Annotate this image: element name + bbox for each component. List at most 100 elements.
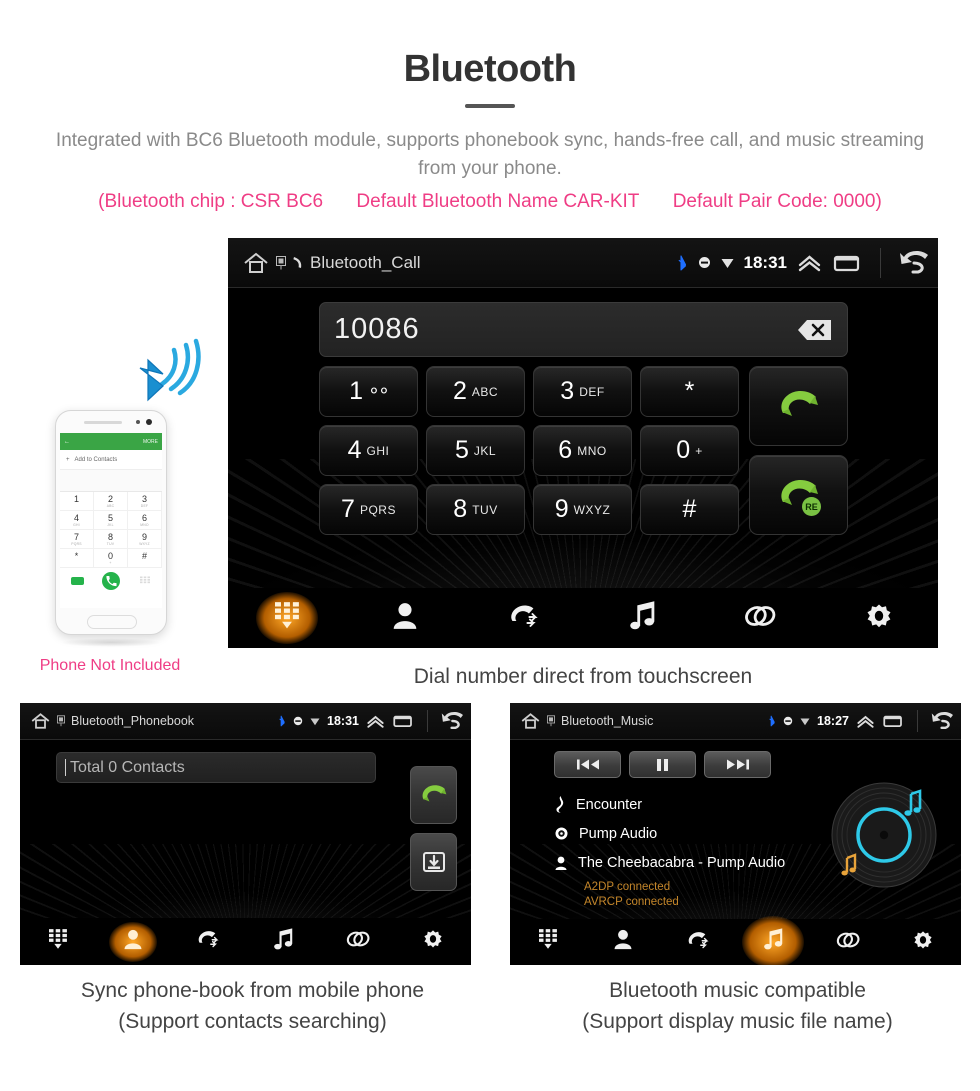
music-transport-controls[interactable] [554, 751, 771, 778]
key-6[interactable]: 6 MNO [533, 425, 632, 476]
keypad-icon [538, 929, 557, 955]
key-letters: JKL [473, 443, 497, 458]
nav-keypad[interactable] [259, 595, 315, 641]
nav-link[interactable] [336, 924, 380, 960]
phone-mock-key: 1 [60, 492, 94, 511]
back-icon[interactable] [899, 250, 932, 276]
nav-music[interactable] [614, 595, 670, 641]
phonebook-navbar[interactable] [20, 918, 471, 965]
nav-keypad[interactable] [36, 924, 80, 960]
phone-mock-key-digit: 1 [73, 494, 79, 504]
phonebook-statusbar: Bluetooth_Phonebook 18:31 [20, 703, 471, 740]
nav-link[interactable] [820, 919, 876, 965]
music-title: Bluetooth_Music [561, 714, 654, 728]
bluetooth-status-icon [678, 254, 686, 271]
dialer-navbar[interactable] [228, 588, 938, 648]
back-icon[interactable] [931, 711, 956, 731]
track-title: Encounter [576, 796, 643, 813]
previous-track-button[interactable] [554, 751, 621, 778]
phone-more-label: MORE [143, 438, 158, 445]
call-button[interactable] [749, 366, 848, 446]
contact-icon [393, 602, 417, 634]
music-clock: 18:27 [817, 714, 849, 728]
phonebook-title: Bluetooth_Phonebook [71, 714, 195, 728]
nav-contacts[interactable] [377, 595, 433, 641]
key-3[interactable]: 3 DEF [533, 366, 632, 417]
gear-icon [867, 604, 891, 633]
nav-music[interactable] [745, 919, 801, 965]
recent-apps-icon[interactable] [882, 713, 904, 729]
expand-up-icon[interactable] [856, 714, 875, 729]
key-5[interactable]: 5 JKL [426, 425, 525, 476]
keypad-icon [48, 928, 67, 955]
nav-call-history[interactable] [496, 595, 552, 641]
key-letters: GHI [366, 443, 390, 458]
phone-mock-key-letters: + [109, 561, 112, 565]
nav-contacts[interactable] [595, 919, 651, 965]
redial-button[interactable]: RE [749, 455, 848, 535]
nav-contacts[interactable] [111, 924, 155, 960]
expand-up-icon[interactable] [797, 253, 822, 273]
phonebook-screen: Bluetooth_Phonebook 18:31 Total 0 Contac… [20, 703, 471, 965]
page-root: Bluetooth Integrated with BC6 Bluetooth … [0, 0, 980, 1091]
back-icon[interactable] [441, 711, 466, 731]
home-icon[interactable] [242, 251, 270, 275]
track-icon [556, 796, 564, 813]
nav-call-history[interactable] [186, 924, 230, 960]
video-call-icon [70, 577, 84, 585]
key-7[interactable]: 7 PQRS [319, 484, 418, 535]
key-9[interactable]: 9 WXYZ [533, 484, 632, 535]
recent-apps-icon[interactable] [392, 713, 414, 729]
album-icon [555, 827, 568, 840]
home-icon[interactable] [520, 712, 541, 730]
nav-settings[interactable] [411, 924, 455, 960]
recent-apps-icon[interactable] [832, 252, 862, 274]
key-1[interactable]: 1 ∘∘ [319, 366, 418, 417]
link-icon [744, 604, 776, 633]
contacts-search-input[interactable]: Total 0 Contacts [56, 752, 376, 783]
nav-call-history[interactable] [670, 919, 726, 965]
call-buttons: RE [749, 366, 848, 544]
key-star[interactable]: * [640, 366, 739, 417]
wifi-status-icon [310, 718, 320, 725]
bluetooth-status-icon [279, 715, 285, 727]
call-button[interactable] [410, 766, 457, 824]
call-history-icon [687, 931, 709, 954]
key-digit: # [682, 495, 697, 523]
next-track-button[interactable] [704, 751, 771, 778]
phone-call-icon [102, 572, 120, 590]
phone-mock-key-letters: JKL [107, 523, 114, 527]
key-hash[interactable]: # [640, 484, 739, 535]
key-digit: 5 [454, 436, 469, 464]
link-icon [346, 930, 370, 953]
backspace-icon[interactable] [785, 317, 833, 343]
dialer-keypad[interactable]: 1 ∘∘ 2 ABC 3 DEF * 4 GHI 5 JKL 6 MNO 0 + 7 PQRS 8 TUV 9 WXYZ… [319, 366, 739, 543]
home-icon[interactable] [30, 712, 51, 730]
download-contacts-button[interactable] [410, 833, 457, 891]
expand-up-icon[interactable] [366, 714, 385, 729]
key-0[interactable]: 0 + [640, 425, 739, 476]
dialed-number-field[interactable]: 10086 [319, 302, 848, 357]
nav-music[interactable] [261, 924, 305, 960]
phone-mock-key-digit: 9 [141, 532, 147, 542]
music-caption-line1: Bluetooth music compatible [609, 979, 866, 1002]
phone-mock-key-digit: 5 [107, 513, 113, 523]
key-8[interactable]: 8 TUV [426, 484, 525, 535]
bluetooth-status-icon [769, 715, 775, 727]
nav-keypad[interactable] [520, 919, 576, 965]
nav-settings[interactable] [895, 919, 951, 965]
keypad-icon [140, 576, 150, 583]
device-icon [57, 715, 65, 727]
pause-button[interactable] [629, 751, 696, 778]
spec-pair-code: Default Pair Code: 0000) [672, 191, 882, 212]
phone-home-button [87, 615, 137, 629]
music-navbar[interactable] [510, 919, 961, 965]
nav-settings[interactable] [851, 595, 907, 641]
dialer-clock: 18:31 [743, 252, 787, 272]
music-note-icon [274, 928, 293, 955]
spec-line: (Bluetooth chip : CSR BC6 Default Blueto… [0, 191, 980, 213]
album-name: Pump Audio [579, 825, 658, 842]
key-4[interactable]: 4 GHI [319, 425, 418, 476]
nav-link[interactable] [732, 595, 788, 641]
key-2[interactable]: 2 ABC [426, 366, 525, 417]
